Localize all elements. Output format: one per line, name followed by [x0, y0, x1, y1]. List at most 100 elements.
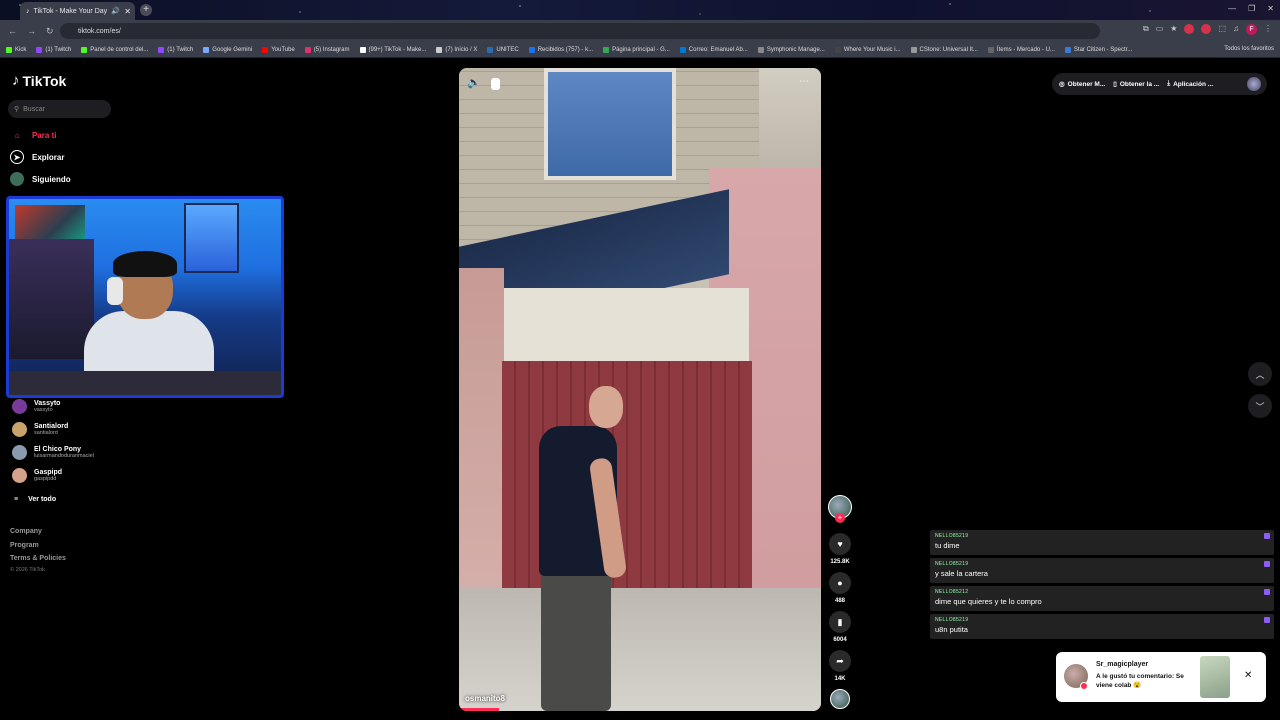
tab-title: TikTok - Make Your Day — [33, 7, 108, 15]
bookmark-favicon-icon — [262, 46, 269, 53]
footer-company-link[interactable]: Company — [10, 528, 42, 535]
volume-icon[interactable]: 🔈 — [467, 76, 483, 92]
tiktok-logo[interactable]: ♪ TikTok — [12, 72, 66, 89]
extension-icons: ⧉ ▭ ★ ⬚ ♫ F ⋮ — [1143, 24, 1272, 35]
translate-icon[interactable]: ⧉ — [1143, 24, 1149, 35]
notification-thumbnail[interactable] — [1200, 656, 1230, 698]
speaker-icon[interactable]: 🔊 — [111, 7, 120, 15]
comment-button[interactable]: ● 488 — [828, 572, 852, 604]
like-notification[interactable]: Sr_magicplayer A le gustó tu comentario:… — [1056, 652, 1266, 702]
home-icon: ⌂ — [14, 130, 20, 140]
bookmark-item[interactable]: CStone: Universal It... — [910, 46, 978, 53]
menu-dots-icon[interactable]: ⋮ — [1264, 24, 1272, 35]
bookmark-item[interactable]: (5) Instagram — [304, 46, 350, 53]
bookmark-item[interactable]: Kick — [6, 46, 26, 53]
close-icon[interactable]: ✕ — [1244, 670, 1252, 681]
desktop-app-label: Aplicación ... — [1173, 80, 1214, 88]
heart-icon: ♥ — [829, 533, 851, 555]
video-progress-bar[interactable] — [459, 708, 499, 711]
bookmark-item[interactable]: (7) Inicio / X — [436, 46, 477, 53]
previous-video-button[interactable]: ︿ — [1248, 362, 1272, 386]
creator-profile-button[interactable]: + — [828, 495, 852, 523]
bookmark-item[interactable]: (1) Twitch — [158, 46, 193, 53]
star-icon[interactable]: ★ — [1170, 24, 1177, 35]
user-avatar[interactable] — [1247, 77, 1261, 91]
bookmark-item[interactable]: Panel de control del... — [81, 46, 148, 53]
bookmark-item[interactable]: (99+) TikTok - Make... — [359, 46, 427, 53]
new-tab-button[interactable]: + — [140, 4, 152, 16]
compass-icon: ➤ — [10, 150, 24, 164]
bookmark-favicon-icon — [304, 46, 311, 53]
logo-text: TikTok — [22, 72, 67, 89]
followed-account[interactable]: Vassyto vassyto — [12, 399, 60, 414]
download-icon: ⤓ — [1167, 80, 1171, 87]
profile-avatar[interactable]: F — [1246, 24, 1257, 35]
nav-following[interactable]: Siguiendo — [10, 172, 71, 186]
more-options-icon[interactable]: ⋯ — [799, 76, 809, 87]
nav-explore[interactable]: ➤ Explorar — [10, 150, 64, 164]
nav-for-you[interactable]: ⌂ Para ti — [10, 128, 57, 142]
extension-red-icon[interactable] — [1184, 24, 1195, 34]
forward-icon[interactable]: → — [27, 26, 36, 37]
chat-message: NELLO85219 u8n putita — [930, 614, 1274, 639]
chat-username: NELLO85212 — [935, 589, 969, 595]
bookmark-item[interactable]: Star Citizen - Spectr... — [1064, 46, 1132, 53]
bookmark-label: (99+) TikTok - Make... — [368, 46, 427, 53]
video-player[interactable]: 🔈 ⋯ osmanito8 — [459, 68, 821, 711]
footer-terms-link[interactable]: Terms & Policies — [10, 555, 66, 562]
chat-message: NELLO85219 tu dime — [930, 530, 1274, 555]
share-button[interactable]: ➦ 14K — [828, 650, 852, 682]
tab-tiktok[interactable]: ♪ TikTok - Make Your Day 🔊 ✕ — [20, 2, 135, 20]
desktop-app-button[interactable]: ⤓ Aplicación ... — [1167, 80, 1213, 88]
close-window-icon[interactable]: ✕ — [1267, 4, 1274, 13]
media-icon[interactable]: ♫ — [1233, 24, 1239, 35]
streamer-webcam-overlay — [6, 196, 284, 398]
bookmark-item[interactable]: Página principal - G... — [603, 46, 670, 53]
list-icon: ≡ — [14, 496, 19, 503]
bookmark-item[interactable]: Where Your Music i... — [834, 46, 901, 53]
bookmark-item[interactable]: Ítems - Mercado - U... — [987, 46, 1055, 53]
cast-icon[interactable]: ▭ — [1156, 24, 1164, 35]
chat-text: y sale la cartera — [935, 569, 988, 578]
get-app-label: Obtener la ... — [1119, 80, 1160, 88]
save-button[interactable]: ▮ 6004 — [828, 611, 852, 643]
music-disc-button[interactable] — [828, 689, 852, 709]
next-video-button[interactable]: ﹀ — [1248, 394, 1272, 418]
bookmark-favicon-icon — [1064, 46, 1071, 53]
top-right-actions: ◎ Obtener M... ▯ Obtener la ... ⤓ Aplica… — [1052, 73, 1267, 95]
extensions-puzzle-icon[interactable]: ⬚ — [1218, 24, 1226, 35]
follow-plus-icon[interactable]: + — [835, 513, 845, 523]
followed-account[interactable]: Gaspipd gaspipdd — [12, 468, 62, 483]
following-avatar-icon — [10, 172, 24, 186]
volume-slider-knob[interactable] — [491, 78, 500, 90]
bookmark-item[interactable]: YouTube — [262, 46, 295, 53]
footer-program-link[interactable]: Program — [10, 542, 39, 549]
search-input[interactable]: ⚲ Buscar — [8, 100, 111, 118]
see-all-button[interactable]: ≡ Ver todo — [14, 496, 56, 503]
webcam-poster — [15, 205, 85, 243]
get-app-button[interactable]: ▯ Obtener la ... — [1113, 80, 1160, 89]
get-coins-button[interactable]: ◎ Obtener M... — [1059, 80, 1105, 89]
bookmark-item[interactable]: Recibidos (757) - k... — [528, 46, 593, 53]
restore-icon[interactable]: ❐ — [1248, 4, 1255, 13]
like-button[interactable]: ♥ 125.8K — [828, 533, 852, 565]
reload-icon[interactable]: ↻ — [46, 26, 54, 37]
followed-handle: vassyto — [34, 407, 53, 413]
url-field[interactable]: tiktok.com/es/ — [60, 23, 1100, 39]
extension-record-icon[interactable] — [1201, 24, 1212, 34]
video-author[interactable]: osmanito8 — [465, 694, 505, 703]
bookmark-item[interactable]: (1) Twitch — [36, 46, 71, 53]
back-icon[interactable]: ← — [8, 26, 17, 37]
minimize-icon[interactable]: — — [1228, 4, 1236, 13]
close-tab-icon[interactable]: ✕ — [124, 7, 131, 16]
followed-account[interactable]: Santialord santialord — [12, 422, 68, 437]
chat-badge-icon — [1264, 561, 1270, 567]
bookmark-item[interactable]: UNITEC — [487, 46, 519, 53]
bookmark-item[interactable]: Google Gemini — [203, 46, 253, 53]
bookmark-item[interactable]: Symphonic Manage... — [757, 46, 825, 53]
all-bookmarks-button[interactable]: Todos los favoritos — [1224, 46, 1274, 52]
bookmark-item[interactable]: Correo: Emanuel Ab... — [679, 46, 748, 53]
bookmark-label: CStone: Universal It... — [919, 46, 978, 53]
followed-account[interactable]: El Chico Pony luisarmandoduranmaciel — [12, 445, 94, 460]
bookmark-label: Google Gemini — [212, 46, 253, 53]
